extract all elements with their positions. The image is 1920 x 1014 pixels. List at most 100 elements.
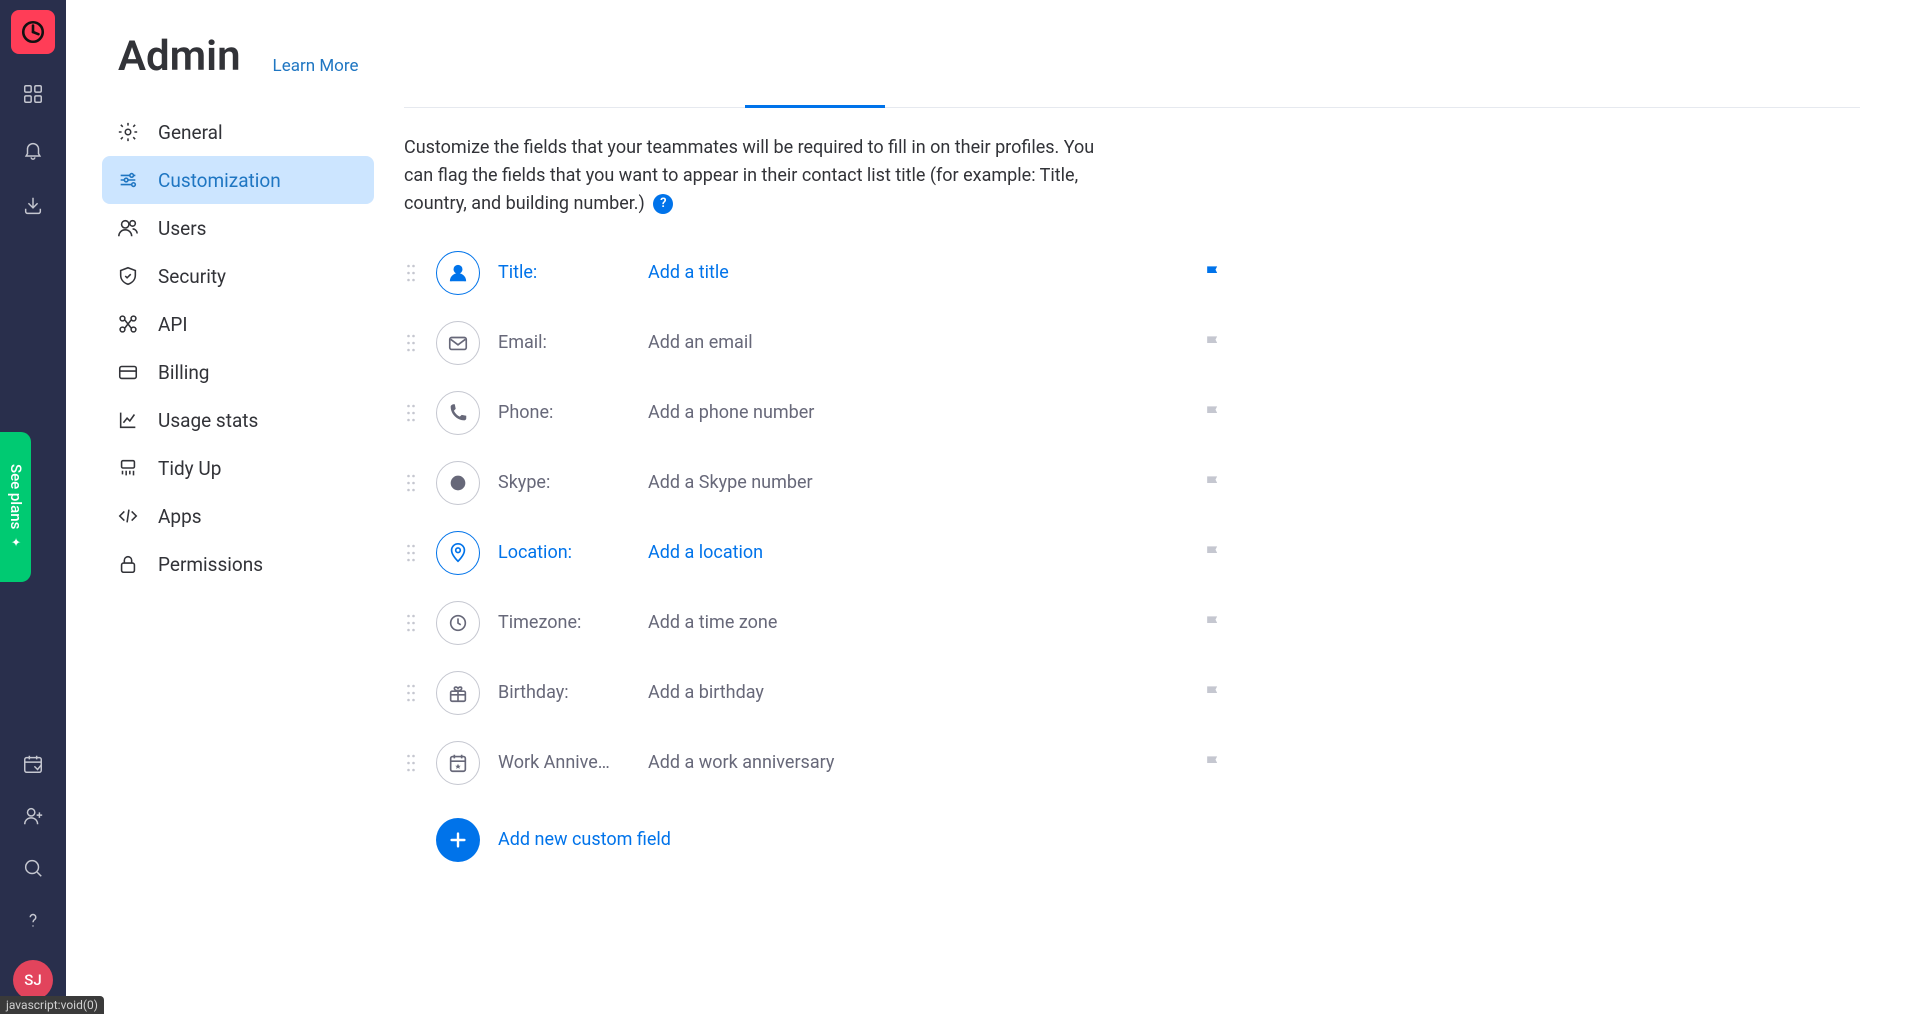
field-placeholder[interactable]: Add a birthday xyxy=(648,682,764,703)
field-row-email: Email: Add an email xyxy=(404,320,1224,366)
tab-branding[interactable]: Branding xyxy=(404,96,523,107)
field-placeholder[interactable]: Add a Skype number xyxy=(648,472,813,493)
field-row-location: Location: Add a location xyxy=(404,530,1224,576)
drag-handle-icon[interactable] xyxy=(404,752,418,774)
sidebar-item-permissions[interactable]: Permissions xyxy=(102,540,374,588)
flag-icon[interactable] xyxy=(1202,262,1224,284)
field-placeholder[interactable]: Add a phone number xyxy=(648,402,814,423)
page: Admin Learn More General Customization U… xyxy=(66,0,1920,1014)
help-badge[interactable]: ? xyxy=(653,194,673,214)
sidebar-item-security[interactable]: Security xyxy=(102,252,374,300)
see-plans-button[interactable]: ✦See plans xyxy=(0,432,31,582)
shredder-icon xyxy=(116,456,140,480)
add-field-label[interactable]: Add new custom field xyxy=(498,829,671,850)
drag-handle-icon[interactable] xyxy=(404,542,418,564)
flag-icon[interactable] xyxy=(1202,472,1224,494)
add-field-row: Add new custom field xyxy=(436,818,1224,862)
avatar[interactable]: SJ xyxy=(13,960,53,1000)
sidebar-item-users[interactable]: Users xyxy=(102,204,374,252)
flag-icon[interactable] xyxy=(1202,542,1224,564)
sliders-icon xyxy=(116,168,140,192)
field-row-anniversary: Work Annive… Add a work anniversary xyxy=(404,740,1224,786)
sidebar-item-usage[interactable]: Usage stats xyxy=(102,396,374,444)
field-label: Birthday: xyxy=(498,682,648,703)
tabs: Branding Features Boards User profile xyxy=(404,96,1860,108)
sidebar-item-label: Customization xyxy=(158,169,281,192)
learn-more-link[interactable]: Learn More xyxy=(273,56,359,76)
field-label: Skype: xyxy=(498,472,648,493)
sidebar-item-api[interactable]: API xyxy=(102,300,374,348)
field-label: Title: xyxy=(498,262,648,283)
tab-user-profile[interactable]: User profile xyxy=(745,96,885,107)
app-logo[interactable] xyxy=(11,10,55,54)
sidebar-item-customization[interactable]: Customization xyxy=(102,156,374,204)
sidebar-item-label: General xyxy=(158,121,223,144)
drag-handle-icon[interactable] xyxy=(404,612,418,634)
api-icon xyxy=(116,312,140,336)
help-icon[interactable] xyxy=(21,908,45,932)
sidebar-item-apps[interactable]: Apps xyxy=(102,492,374,540)
field-placeholder[interactable]: Add a time zone xyxy=(648,612,777,633)
add-field-button[interactable] xyxy=(436,818,480,862)
invite-icon[interactable] xyxy=(21,804,45,828)
plus-icon xyxy=(447,829,469,851)
field-placeholder[interactable]: Add a work anniversary xyxy=(648,752,834,773)
field-label: Work Annive… xyxy=(498,752,648,773)
drag-handle-icon[interactable] xyxy=(404,402,418,424)
code-icon xyxy=(116,504,140,528)
shield-icon xyxy=(116,264,140,288)
field-label: Timezone: xyxy=(498,612,648,633)
profile-field-list: Title: Add a title Email: Add an email xyxy=(404,250,1224,862)
sidebar-item-label: Apps xyxy=(158,505,202,528)
field-row-title: Title: Add a title xyxy=(404,250,1224,296)
tab-features[interactable]: Features xyxy=(523,96,641,107)
workspaces-icon[interactable] xyxy=(21,82,45,106)
field-placeholder[interactable]: Add a title xyxy=(648,262,729,283)
card-icon xyxy=(116,360,140,384)
status-bar-link: javascript:void(0) xyxy=(0,996,104,1014)
field-row-phone: Phone: Add a phone number xyxy=(404,390,1224,436)
sidebar-item-tidy[interactable]: Tidy Up xyxy=(102,444,374,492)
notifications-icon[interactable] xyxy=(21,138,45,162)
sidebar-item-label: Usage stats xyxy=(158,409,258,432)
field-label: Email: xyxy=(498,332,648,353)
gear-icon xyxy=(116,120,140,144)
flag-icon[interactable] xyxy=(1202,612,1224,634)
drag-handle-icon[interactable] xyxy=(404,332,418,354)
phone-icon xyxy=(436,391,480,435)
field-placeholder[interactable]: Add an email xyxy=(648,332,753,353)
drag-handle-icon[interactable] xyxy=(404,682,418,704)
flag-icon[interactable] xyxy=(1202,402,1224,424)
clock-icon xyxy=(436,601,480,645)
sidebar-item-label: API xyxy=(158,313,188,336)
flag-icon[interactable] xyxy=(1202,752,1224,774)
inbox-icon[interactable] xyxy=(21,194,45,218)
sparkle-icon: ✦ xyxy=(9,536,23,550)
sidebar-item-label: Security xyxy=(158,265,226,288)
field-label: Location: xyxy=(498,542,648,563)
search-icon[interactable] xyxy=(21,856,45,880)
description-text: Customize the fields that your teammates… xyxy=(404,134,1124,218)
flag-icon[interactable] xyxy=(1202,332,1224,354)
field-row-birthday: Birthday: Add a birthday xyxy=(404,670,1224,716)
sidebar-item-general[interactable]: General xyxy=(102,108,374,156)
skype-icon: S xyxy=(436,461,480,505)
sidebar-item-label: Tidy Up xyxy=(158,457,221,480)
flag-icon[interactable] xyxy=(1202,682,1224,704)
field-placeholder[interactable]: Add a location xyxy=(648,542,763,563)
tab-boards[interactable]: Boards xyxy=(641,96,745,107)
pin-icon xyxy=(436,531,480,575)
gift-icon xyxy=(436,671,480,715)
mail-icon xyxy=(436,321,480,365)
page-header: Admin Learn More xyxy=(66,0,1920,78)
svg-text:S: S xyxy=(455,478,462,489)
sidebar-item-label: Billing xyxy=(158,361,209,384)
drag-handle-icon[interactable] xyxy=(404,472,418,494)
logo-icon xyxy=(20,19,46,45)
field-row-skype: S Skype: Add a Skype number xyxy=(404,460,1224,506)
my-week-icon[interactable] xyxy=(21,752,45,776)
drag-handle-icon[interactable] xyxy=(404,262,418,284)
avatar-initials: SJ xyxy=(24,971,41,989)
admin-sidebar: General Customization Users Security API… xyxy=(66,96,404,1010)
sidebar-item-billing[interactable]: Billing xyxy=(102,348,374,396)
